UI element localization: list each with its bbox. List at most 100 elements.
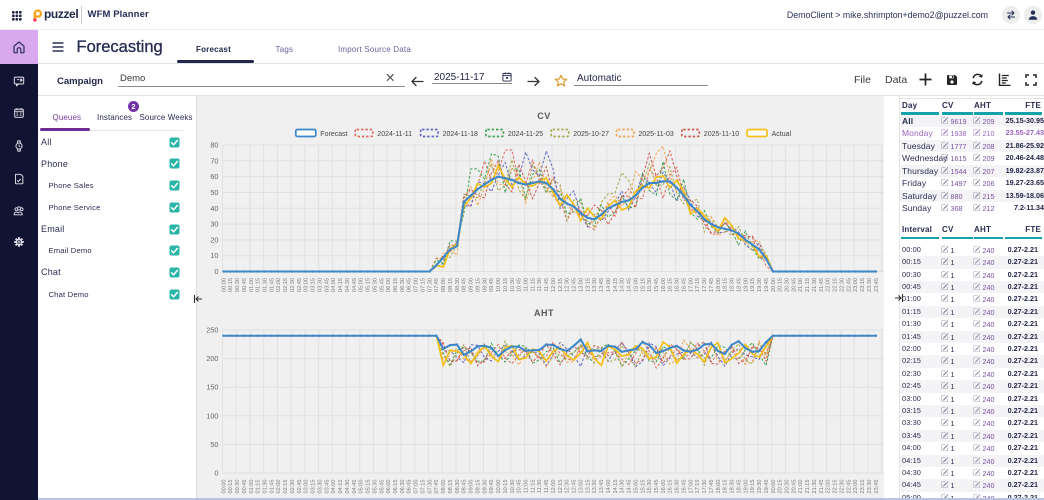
svg-text:11:45: 11:45	[544, 278, 550, 292]
svg-text:19:45: 19:45	[764, 278, 770, 292]
svg-text:20:45: 20:45	[791, 480, 797, 494]
svg-text:11:15: 11:15	[530, 278, 536, 292]
svg-text:20:15: 20:15	[778, 278, 784, 292]
svg-text:04:30: 04:30	[345, 480, 351, 494]
svg-text:12:45: 12:45	[572, 480, 578, 494]
svg-text:22:15: 22:15	[833, 278, 839, 292]
svg-text:23:45: 23:45	[874, 480, 880, 494]
svg-text:09:15: 09:15	[475, 480, 481, 494]
svg-text:21:15: 21:15	[805, 278, 811, 292]
svg-text:07:15: 07:15	[421, 480, 427, 494]
svg-text:18:30: 18:30	[730, 480, 736, 494]
svg-text:07:30: 07:30	[427, 278, 433, 292]
svg-text:14:30: 14:30	[620, 480, 626, 494]
svg-text:10:30: 10:30	[510, 278, 516, 292]
svg-text:21:30: 21:30	[812, 278, 818, 292]
svg-text:06:15: 06:15	[393, 278, 399, 292]
svg-text:21:00: 21:00	[798, 480, 804, 494]
svg-text:03:30: 03:30	[318, 278, 324, 292]
svg-text:13:45: 13:45	[599, 480, 605, 494]
svg-text:00:15: 00:15	[228, 278, 234, 292]
svg-text:08:15: 08:15	[448, 480, 454, 494]
svg-text:16:15: 16:15	[668, 480, 674, 494]
svg-text:13:15: 13:15	[585, 278, 591, 292]
svg-text:02:00: 02:00	[276, 278, 282, 292]
svg-text:70: 70	[210, 156, 218, 165]
svg-text:02:30: 02:30	[290, 278, 296, 292]
svg-text:21:45: 21:45	[819, 278, 825, 292]
svg-text:15:15: 15:15	[640, 480, 646, 494]
svg-text:14:00: 14:00	[606, 278, 612, 292]
svg-text:12:00: 12:00	[551, 278, 557, 292]
svg-text:60: 60	[210, 172, 218, 181]
svg-text:13:45: 13:45	[599, 278, 605, 292]
svg-text:17:45: 17:45	[709, 480, 715, 494]
svg-text:17:30: 17:30	[702, 278, 708, 292]
svg-text:09:00: 09:00	[469, 480, 475, 494]
svg-text:200: 200	[206, 354, 218, 363]
svg-text:11:45: 11:45	[544, 480, 550, 494]
svg-text:20:45: 20:45	[791, 278, 797, 292]
svg-text:10:15: 10:15	[503, 480, 509, 494]
svg-text:05:30: 05:30	[372, 278, 378, 292]
svg-text:2024-11-25: 2024-11-25	[508, 131, 543, 138]
svg-text:12:45: 12:45	[572, 278, 578, 292]
svg-text:20:15: 20:15	[778, 480, 784, 494]
svg-text:16:30: 16:30	[675, 480, 681, 494]
svg-text:03:00: 03:00	[304, 278, 310, 292]
svg-text:05:00: 05:00	[359, 480, 365, 494]
svg-text:150: 150	[206, 383, 218, 392]
svg-text:12:15: 12:15	[558, 480, 564, 494]
svg-text:16:30: 16:30	[675, 278, 681, 292]
svg-text:08:00: 08:00	[441, 480, 447, 494]
svg-text:13:00: 13:00	[579, 278, 585, 292]
svg-text:15:45: 15:45	[654, 480, 660, 494]
svg-text:AHT: AHT	[534, 308, 554, 318]
svg-text:18:30: 18:30	[730, 278, 736, 292]
svg-text:11:15: 11:15	[530, 480, 536, 494]
svg-text:16:00: 16:00	[661, 480, 667, 494]
svg-text:80: 80	[210, 141, 218, 150]
svg-text:18:00: 18:00	[716, 278, 722, 292]
svg-text:15:00: 15:00	[633, 480, 639, 494]
svg-text:15:30: 15:30	[647, 480, 653, 494]
svg-text:00:00: 00:00	[221, 480, 227, 494]
svg-text:18:15: 18:15	[723, 480, 729, 494]
svg-text:05:00: 05:00	[359, 278, 365, 292]
svg-text:19:15: 19:15	[750, 480, 756, 494]
svg-text:20:00: 20:00	[771, 278, 777, 292]
svg-text:21:00: 21:00	[798, 278, 804, 292]
svg-text:01:00: 01:00	[249, 480, 255, 494]
svg-text:02:15: 02:15	[283, 278, 289, 292]
svg-text:15:15: 15:15	[640, 278, 646, 292]
svg-text:22:45: 22:45	[846, 480, 852, 494]
svg-text:23:15: 23:15	[860, 480, 866, 494]
svg-text:16:00: 16:00	[661, 278, 667, 292]
svg-text:23:00: 23:00	[853, 480, 859, 494]
svg-text:07:00: 07:00	[414, 278, 420, 292]
svg-text:12:30: 12:30	[565, 278, 571, 292]
svg-text:13:30: 13:30	[592, 480, 598, 494]
svg-text:05:15: 05:15	[366, 278, 372, 292]
svg-text:18:45: 18:45	[736, 278, 742, 292]
svg-text:12:30: 12:30	[565, 480, 571, 494]
svg-text:16:45: 16:45	[682, 278, 688, 292]
svg-text:17:45: 17:45	[709, 278, 715, 292]
svg-text:14:45: 14:45	[627, 278, 633, 292]
svg-text:04:15: 04:15	[338, 278, 344, 292]
svg-text:03:45: 03:45	[324, 278, 330, 292]
svg-text:01:15: 01:15	[256, 278, 262, 292]
svg-text:40: 40	[210, 204, 218, 213]
svg-text:20: 20	[210, 235, 218, 244]
svg-text:09:45: 09:45	[489, 278, 495, 292]
svg-text:00:45: 00:45	[242, 278, 248, 292]
svg-text:03:45: 03:45	[324, 480, 330, 494]
svg-text:13:30: 13:30	[592, 278, 598, 292]
svg-text:15:30: 15:30	[647, 278, 653, 292]
svg-text:22:45: 22:45	[846, 278, 852, 292]
svg-text:07:45: 07:45	[434, 480, 440, 494]
svg-text:11:00: 11:00	[524, 480, 530, 494]
svg-text:05:45: 05:45	[379, 278, 385, 292]
svg-text:02:30: 02:30	[290, 480, 296, 494]
svg-text:22:15: 22:15	[833, 480, 839, 494]
